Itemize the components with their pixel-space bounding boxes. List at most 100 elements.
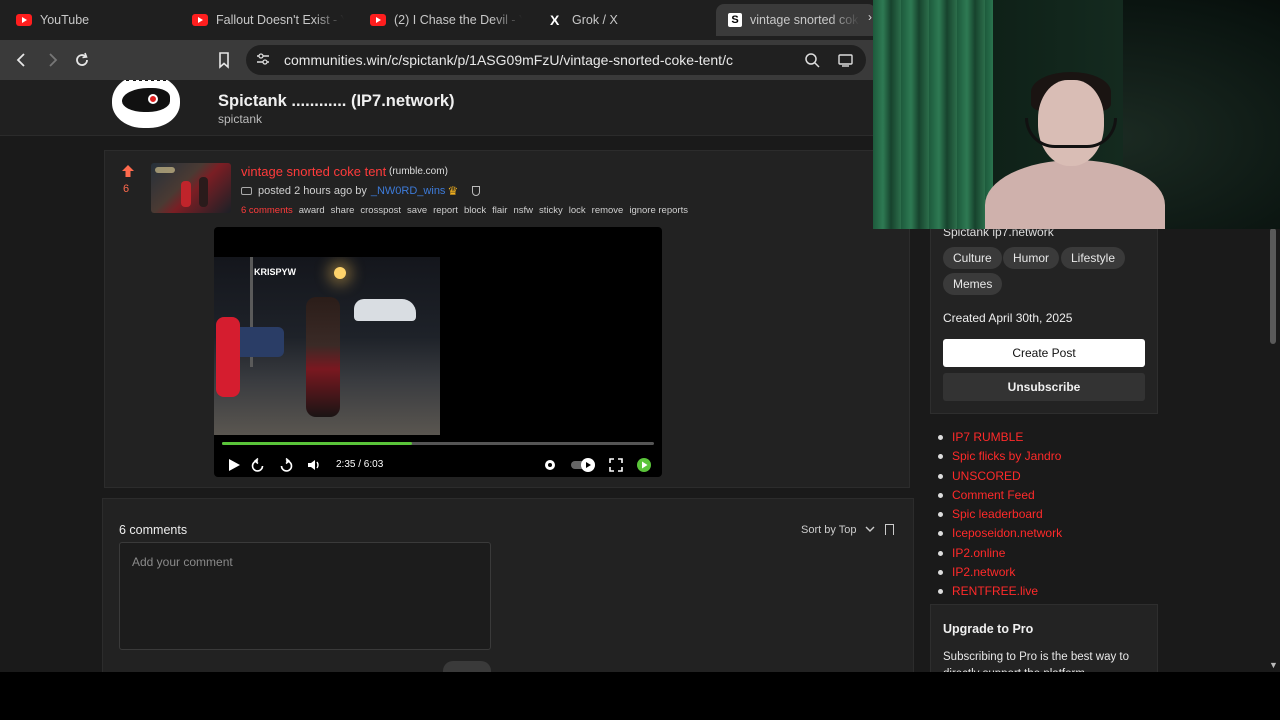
sidebar-link-rentfree[interactable]: RENTFREE.live [938,584,1062,603]
post-thumbnail[interactable] [151,163,231,213]
post-meta: posted 2 hours ago by _NW0RD_wins ♛ [241,184,481,198]
sidebar-link-spic-flicks[interactable]: Spic flicks by Jandro [938,449,1062,468]
video-camera-icon [241,187,252,195]
forward-icon[interactable] [42,50,62,70]
chevron-down-icon[interactable] [865,524,875,534]
post-card: 6 vintage snorted coke tent (rumble.com)… [104,150,910,488]
action-lock[interactable]: lock [569,205,586,216]
sidebar-link-comment-feed[interactable]: Comment Feed [938,488,1062,507]
tab-close-icon[interactable]: › [868,10,872,24]
pro-title: Upgrade to Pro [943,622,1034,636]
action-comments[interactable]: 6 comments [241,205,293,216]
back-icon[interactable] [12,50,32,70]
action-block[interactable]: block [464,205,486,216]
comments-section: 6 comments Sort by Top Add your comment [102,498,914,672]
s-icon: S [728,13,742,27]
tab-title: Grok / X [572,13,618,27]
action-remove[interactable]: remove [592,205,624,216]
post-title-link[interactable]: vintage snorted coke tent [241,164,386,179]
youtube-icon [370,14,386,26]
action-nsfw[interactable]: nsfw [513,205,533,216]
sidebar-link-ip7-rumble[interactable]: IP7 RUMBLE [938,430,1062,449]
tab-chase-devil-video[interactable]: (2) I Chase the Devil - Yo [370,6,522,34]
vote-count: 6 [123,183,130,195]
sidebar-link-iceposeidon[interactable]: Iceposeidon.network [938,526,1062,545]
tag-memes[interactable]: Memes [943,273,1003,295]
url-text: communities.win/c/spictank/p/1ASG09mFzU/… [284,52,733,68]
tab-active-post[interactable]: S vintage snorted cok › [716,4,876,36]
posted-time: posted 2 hours ago by [258,185,367,197]
video-controls: 2:35 / 6:03 [214,453,662,477]
page-scrollbar[interactable]: ▼ [1266,218,1280,672]
shield-icon [472,186,481,196]
letterbox-bar [0,672,1280,720]
sidebar-link-unscored[interactable]: UNSCORED [938,469,1062,488]
action-ignore-reports[interactable]: ignore reports [629,205,688,216]
tab-grok[interactable]: X Grok / X [550,6,670,34]
video-player[interactable]: KRISPYW 2:35 / 6:03 [214,227,662,477]
comment-input[interactable]: Add your comment [119,542,491,650]
webcam-overlay [873,0,1280,229]
comments-count: 6 comments [119,523,188,537]
tag-culture[interactable]: Culture [943,247,1002,269]
action-save[interactable]: save [407,205,427,216]
action-crosspost[interactable]: crosspost [360,205,401,216]
action-flair[interactable]: flair [492,205,507,216]
post-domain[interactable]: (rumble.com) [389,166,448,177]
tab-fallout-video[interactable]: Fallout Doesn't Exist - Yo [192,6,344,34]
action-award[interactable]: award [299,205,325,216]
play-icon[interactable] [226,457,242,473]
action-report[interactable]: report [433,205,458,216]
sidebar-link-ip2-online[interactable]: IP2.online [938,546,1062,565]
reload-icon[interactable] [72,50,92,70]
pro-description: Subscribing to Pro is the best way to di… [943,651,1130,672]
rewind-icon[interactable] [250,457,266,473]
autoplay-toggle-icon[interactable] [570,457,598,473]
community-header: Spictank ............ (IP7.network) spic… [0,80,900,136]
address-bar[interactable]: communities.win/c/spictank/p/1ASG09mFzU/… [246,45,866,75]
sidebar-links: IP7 RUMBLE Spic flicks by Jandro UNSCORE… [938,430,1062,604]
sidebar-link-leaderboard[interactable]: Spic leaderboard [938,507,1062,526]
volume-icon[interactable] [306,457,322,473]
sidebar-link-ip2-network[interactable]: IP2.network [938,565,1062,584]
zoom-icon[interactable] [804,52,820,68]
tab-youtube[interactable]: YouTube [16,6,176,34]
video-overlay-text: KRISPYW [254,267,297,277]
upvote-icon[interactable] [121,164,135,178]
unsubscribe-button[interactable]: Unsubscribe [943,373,1145,401]
action-share[interactable]: share [331,205,355,216]
tag-humor[interactable]: Humor [1003,247,1060,269]
scrollbar-thumb[interactable] [1270,228,1276,344]
post-actions: 6 comments award share crosspost save re… [241,205,688,216]
bookmark-icon[interactable] [885,524,894,535]
community-title[interactable]: Spictank ............ (IP7.network) [218,92,455,111]
video-progress-bar[interactable] [222,442,654,445]
video-time: 2:35 / 6:03 [336,459,384,470]
youtube-icon [192,14,208,26]
upgrade-pro-box: Upgrade to Pro Subscribing to Pro is the… [930,604,1158,672]
tab-title: YouTube [40,13,90,27]
video-frame[interactable]: KRISPYW [214,257,440,435]
author-link[interactable]: _NW0RD_wins [371,185,446,197]
video-progress-fill [222,442,413,445]
community-logo[interactable] [112,80,180,128]
submit-comment-button[interactable] [443,661,491,672]
sort-dropdown[interactable]: Sort by Top [801,524,856,536]
community-sidebar: Spictank ip7.network Culture Humor Lifes… [930,218,1158,414]
action-sticky[interactable]: sticky [539,205,563,216]
community-slug: spictank [218,112,263,126]
settings-gear-icon[interactable] [542,457,558,473]
youtube-icon [16,14,32,26]
forward-skip-icon[interactable] [278,457,294,473]
created-date: Created April 30th, 2025 [943,311,1073,325]
crown-badge-icon: ♛ [447,184,459,198]
x-icon: X [550,12,560,28]
scroll-down-icon[interactable]: ▼ [1269,660,1278,670]
rumble-logo-icon[interactable] [636,457,652,473]
tag-lifestyle[interactable]: Lifestyle [1061,247,1126,269]
site-settings-icon[interactable] [256,52,270,66]
bookmark-icon[interactable] [214,50,234,70]
create-post-button[interactable]: Create Post [943,339,1145,367]
cast-icon[interactable] [838,52,854,68]
fullscreen-icon[interactable] [608,457,624,473]
